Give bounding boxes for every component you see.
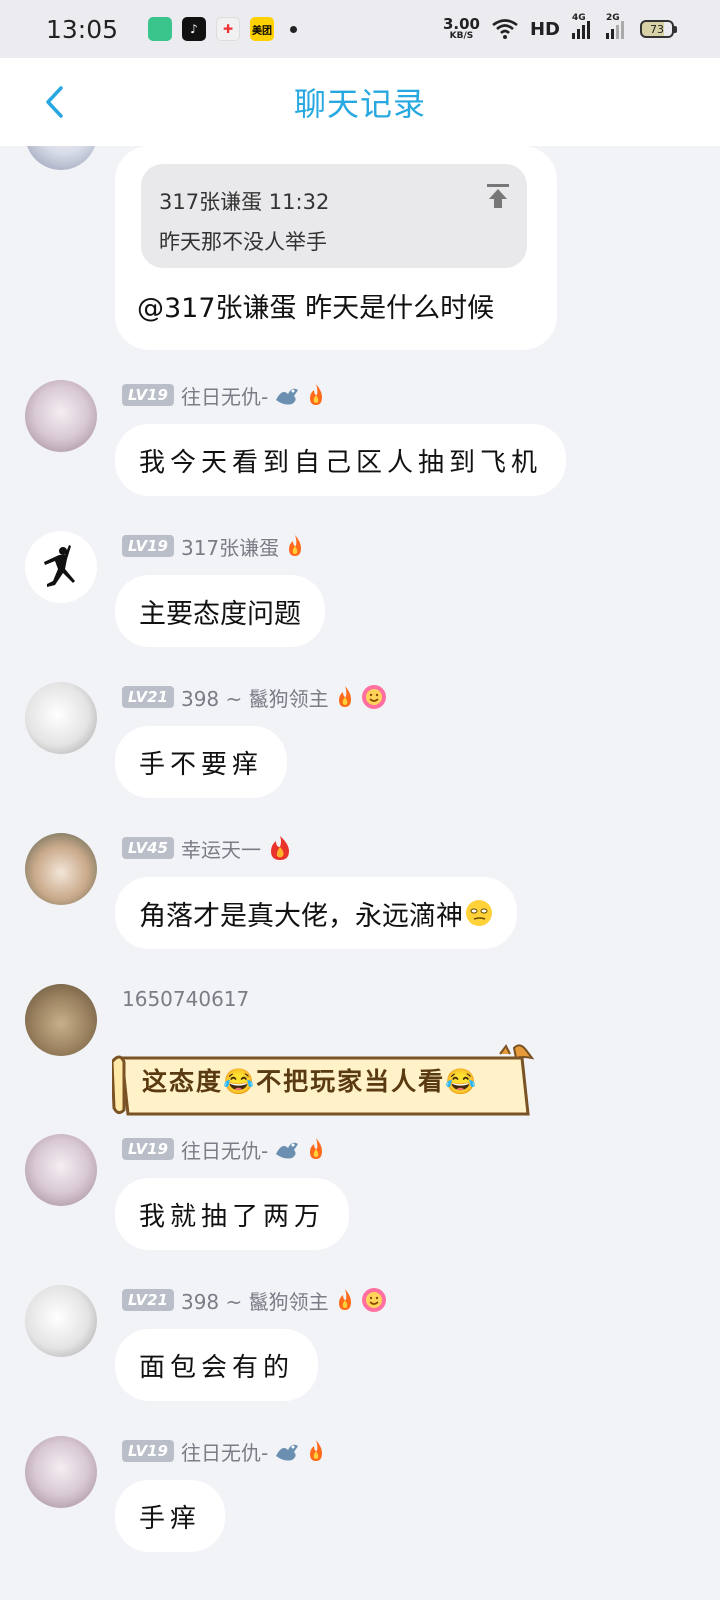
message-text: 手痒 xyxy=(139,1503,202,1534)
avatar[interactable] xyxy=(25,380,97,452)
message-text: 主要态度问题 xyxy=(139,598,301,630)
level-badge: LV19 xyxy=(122,1138,174,1160)
avatar[interactable] xyxy=(25,1134,97,1206)
avatar[interactable] xyxy=(25,1285,97,1357)
level-badge: LV19 xyxy=(122,1440,174,1462)
message-bubble[interactable]: 主要态度问题 xyxy=(115,575,325,647)
avatar[interactable] xyxy=(25,682,97,754)
chevron-left-icon xyxy=(46,86,63,118)
quote-text: 昨天那不没人举手 xyxy=(159,230,327,254)
level-badge: LV19 xyxy=(122,535,174,557)
message-text: 我就抽了两万 xyxy=(139,1201,326,1232)
game-icon: ✚ xyxy=(216,17,240,41)
tiktok-icon: ♪ xyxy=(182,17,206,41)
dragon-badge-icon xyxy=(274,384,300,406)
page-title: 聊天记录 xyxy=(293,85,426,123)
big-fire-icon xyxy=(267,835,293,861)
quoted-message[interactable]: 317张谦蛋 11:32 昨天那不没人举手 xyxy=(141,164,527,268)
nickname[interactable]: 往日无仇- xyxy=(181,1135,268,1164)
message-bubble[interactable]: 面包会有的 xyxy=(115,1329,319,1401)
level-badge: LV19 xyxy=(122,384,174,406)
message-bubble[interactable]: 角落才是真大佬，永远滴神 xyxy=(115,877,517,949)
message-bubble[interactable]: 手不要痒 xyxy=(115,726,288,798)
notification-icons: ♪ ✚ 美团 xyxy=(148,17,297,41)
avatar[interactable] xyxy=(25,1436,97,1508)
hd-indicator: HD xyxy=(529,18,560,40)
battery-icon: 73 xyxy=(640,20,677,38)
avatar[interactable] xyxy=(25,146,97,170)
level-badge: LV21 xyxy=(122,1289,174,1311)
message-bubble[interactable]: 手痒 xyxy=(115,1480,226,1552)
signal-4g-icon: 4G xyxy=(572,13,594,39)
fire-icon xyxy=(335,685,355,709)
nickname[interactable]: 398 ~ 鬣狗领主 xyxy=(181,1286,329,1315)
message-text: 面包会有的 xyxy=(139,1352,295,1383)
fire-icon xyxy=(335,1288,355,1312)
smile-flower-icon xyxy=(361,684,387,710)
nickname[interactable]: 317张谦蛋 xyxy=(181,532,279,561)
wifi-icon xyxy=(492,19,518,39)
smirk-emoji-icon xyxy=(466,900,492,926)
quote-header: 317张谦蛋 11:32 xyxy=(159,190,330,214)
message-text: 角落才是真大佬，永远滴神 xyxy=(139,900,463,932)
message-text: @317张谦蛋 昨天是什么时候 xyxy=(137,293,495,324)
fire-icon xyxy=(285,534,305,558)
avatar[interactable] xyxy=(25,531,97,603)
sticker-text: 这态度😂不把玩家当人看😂 xyxy=(142,1067,479,1096)
fire-icon xyxy=(306,1439,326,1463)
nickname[interactable]: 往日无仇- xyxy=(181,1437,268,1466)
signal-2g-icon: 2G xyxy=(606,13,628,39)
dragon-badge-icon xyxy=(274,1138,300,1160)
level-badge: LV21 xyxy=(122,686,174,708)
app-green-icon xyxy=(148,17,172,41)
status-time: 13:05 xyxy=(46,14,119,44)
nickname[interactable]: 幸运天一 xyxy=(181,834,261,863)
jump-to-top-icon[interactable] xyxy=(485,182,511,210)
message-text: 手不要痒 xyxy=(139,749,264,780)
chat-history-list[interactable]: 317张谦蛋 11:32 昨天那不没人举手 @317张谦蛋 昨天是什么时候 LV… xyxy=(0,146,720,1600)
sticker-bubble[interactable]: 这态度😂不把玩家当人看😂 xyxy=(112,1044,540,1120)
message-bubble[interactable]: 我今天看到自己区人抽到飞机 xyxy=(115,424,567,496)
message-bubble[interactable]: 我就抽了两万 xyxy=(115,1178,350,1250)
message-text: 我今天看到自己区人抽到飞机 xyxy=(139,447,543,478)
meituan-icon: 美团 xyxy=(250,17,274,41)
status-bar: 13:05 ♪ ✚ 美团 3.00 KB/S HD 4G 2G 73 xyxy=(0,0,720,58)
dragon-badge-icon xyxy=(274,1440,300,1462)
message-bubble[interactable]: 317张谦蛋 11:32 昨天那不没人举手 @317张谦蛋 昨天是什么时候 xyxy=(115,146,557,350)
smile-flower-icon xyxy=(361,1287,387,1313)
back-button[interactable] xyxy=(30,78,78,126)
nickname[interactable]: 往日无仇- xyxy=(181,381,268,410)
level-badge: LV45 xyxy=(122,837,174,859)
more-notifications-dot xyxy=(290,25,297,33)
title-bar: 聊天记录 xyxy=(0,58,720,146)
jumpman-logo-icon xyxy=(44,545,75,587)
nickname[interactable]: 398 ~ 鬣狗领主 xyxy=(181,683,329,712)
fire-icon xyxy=(306,1137,326,1161)
network-speed: 3.00 KB/S xyxy=(442,15,480,41)
avatar[interactable] xyxy=(25,984,97,1056)
nickname[interactable]: 1650740617 xyxy=(122,987,249,1011)
fire-icon xyxy=(306,383,326,407)
avatar[interactable] xyxy=(25,833,97,905)
